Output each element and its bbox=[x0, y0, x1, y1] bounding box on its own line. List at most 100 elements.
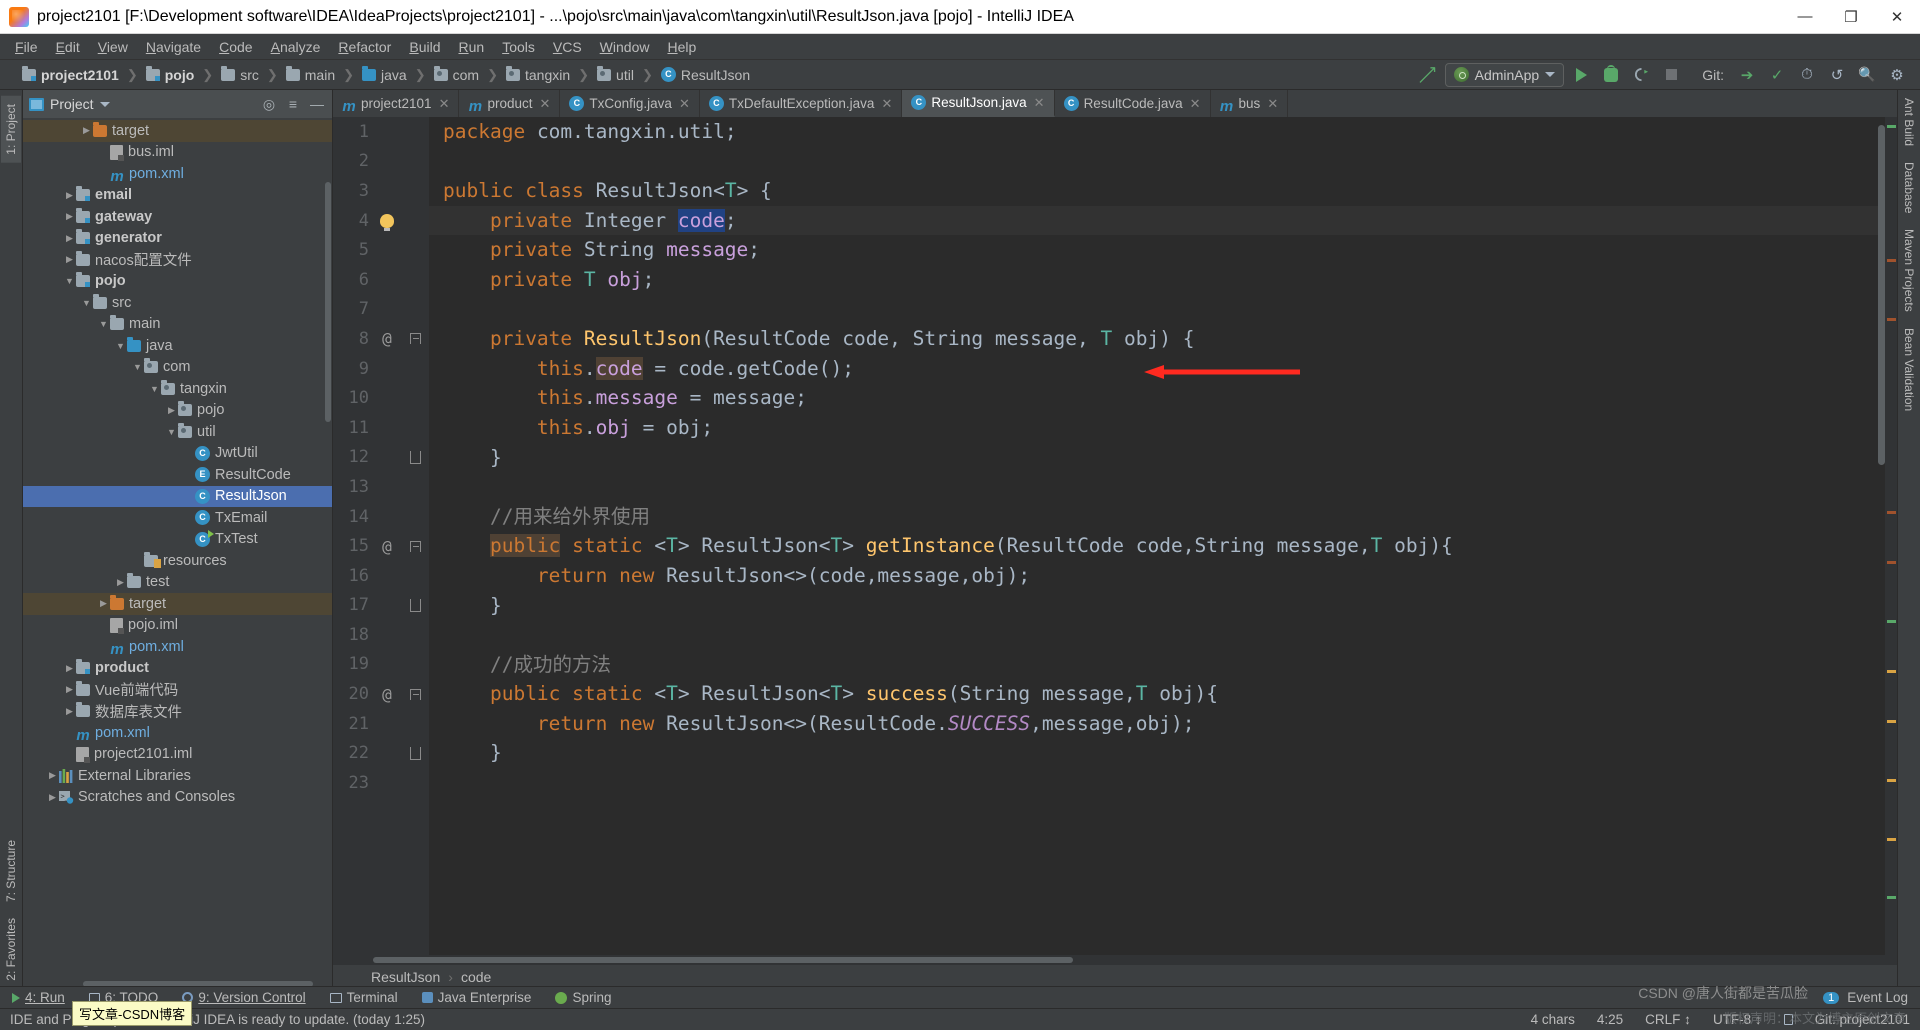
error-stripe-mark[interactable] bbox=[1887, 670, 1896, 674]
chevron-right-icon[interactable]: ▶ bbox=[63, 706, 76, 717]
tree-item-src[interactable]: ▼ src bbox=[23, 292, 332, 314]
gutter-line[interactable]: 14 bbox=[333, 502, 429, 532]
menu-item-window[interactable]: Window bbox=[591, 36, 659, 58]
gutter-line[interactable]: 20 @ bbox=[333, 679, 429, 709]
tree-item-scratchesandconsoles[interactable]: ▶ >_ Scratches and Consoles bbox=[23, 787, 332, 809]
code-line[interactable]: this.message = message; bbox=[443, 383, 1897, 413]
code-fold-icon[interactable] bbox=[405, 450, 425, 464]
code-line[interactable]: public static <T> ResultJson<T> getInsta… bbox=[443, 531, 1897, 561]
tree-item-resultcode[interactable]: E ResultCode bbox=[23, 464, 332, 486]
chevron-right-icon[interactable]: ▶ bbox=[80, 125, 93, 136]
intention-bulb-icon[interactable] bbox=[369, 213, 405, 231]
tree-item-nacos[interactable]: ▶ nacos配置文件 bbox=[23, 249, 332, 271]
close-icon[interactable]: ✕ bbox=[1267, 96, 1278, 112]
error-stripe-mark[interactable] bbox=[1887, 510, 1896, 514]
chevron-right-icon[interactable]: ▶ bbox=[63, 663, 76, 674]
menu-item-build[interactable]: Build bbox=[400, 36, 449, 58]
error-stripe-marks[interactable] bbox=[1885, 117, 1897, 955]
hide-panel-icon[interactable]: — bbox=[308, 95, 326, 113]
sidebar-item-bean-validation[interactable]: Bean Validation bbox=[1899, 320, 1919, 419]
code-line[interactable]: return new ResultJson<>(code,message,obj… bbox=[443, 561, 1897, 591]
tree-item-project2101.iml[interactable]: project2101.iml bbox=[23, 744, 332, 766]
chevron-down-icon[interactable]: ▼ bbox=[131, 362, 144, 372]
code-line[interactable] bbox=[443, 620, 1897, 650]
close-icon[interactable]: ✕ bbox=[679, 96, 690, 112]
minimize-button[interactable]: — bbox=[1782, 0, 1828, 34]
menu-item-tools[interactable]: Tools bbox=[493, 36, 544, 58]
tree-item-txtest[interactable]: C TxTest bbox=[23, 529, 332, 551]
code-line[interactable]: public static <T> ResultJson<T> success(… bbox=[443, 679, 1897, 709]
gutter-line[interactable]: 17 bbox=[333, 591, 429, 621]
code-fold-icon[interactable] bbox=[405, 746, 425, 760]
code-line[interactable] bbox=[443, 147, 1897, 177]
code-line[interactable]: public class ResultJson<T> { bbox=[443, 176, 1897, 206]
error-stripe-mark[interactable] bbox=[1887, 561, 1896, 565]
breadcrumb-item-resultjson[interactable]: C ResultJson bbox=[660, 67, 758, 83]
editor-tab-txdefaultexceptionjava[interactable]: C TxDefaultException.java ✕ bbox=[700, 90, 903, 117]
stop-button[interactable] bbox=[1658, 63, 1684, 87]
gutter-line[interactable]: 4 bbox=[333, 206, 429, 236]
code-line[interactable]: //成功的方法 bbox=[443, 650, 1897, 680]
editor-tab-bus[interactable]: m bus ✕ bbox=[1211, 90, 1289, 117]
tree-item-pojo.iml[interactable]: pojo.iml bbox=[23, 615, 332, 637]
chevron-right-icon[interactable]: ▶ bbox=[63, 211, 76, 222]
chevron-right-icon[interactable]: ▶ bbox=[46, 770, 59, 781]
tree-item-vue[interactable]: ▶ Vue前端代码 bbox=[23, 679, 332, 701]
gutter-line[interactable]: 7 bbox=[333, 295, 429, 325]
gutter-line[interactable]: 10 bbox=[333, 383, 429, 413]
code-editor[interactable]: 1 2 3 4 5 6 7 8 @9 10 11 12 13 14 15 @16 17 18 19 20 @21 22 23… bbox=[333, 117, 1897, 955]
tool-button-java-enterprise[interactable]: Java Enterprise bbox=[410, 990, 544, 1005]
code-fold-icon[interactable] bbox=[405, 688, 425, 700]
breadcrumb-item-pojo[interactable]: pojo ❯ bbox=[145, 65, 221, 83]
sidebar-item-ant-build[interactable]: Ant Build bbox=[1899, 90, 1919, 154]
code-line[interactable] bbox=[443, 768, 1897, 798]
scroll-from-source-icon[interactable]: ◎ bbox=[260, 95, 278, 113]
run-configuration-selector[interactable]: AdminApp bbox=[1444, 62, 1565, 87]
code-line[interactable]: private ResultJson(ResultCode code, Stri… bbox=[443, 324, 1897, 354]
code-line[interactable] bbox=[443, 472, 1897, 502]
git-history-icon[interactable]: ⏱ bbox=[1794, 63, 1820, 87]
code-line[interactable]: } bbox=[443, 738, 1897, 768]
code-fold-icon[interactable] bbox=[405, 598, 425, 612]
chevron-right-icon[interactable]: ▶ bbox=[63, 684, 76, 695]
close-icon[interactable]: ✕ bbox=[881, 96, 892, 112]
chevron-down-icon[interactable]: ▼ bbox=[97, 319, 110, 329]
code-line[interactable]: this.obj = obj; bbox=[443, 413, 1897, 443]
code-line[interactable]: private Integer code; bbox=[443, 206, 1897, 236]
editor-tab-txconfigjava[interactable]: C TxConfig.java ✕ bbox=[560, 90, 700, 117]
tree-item-pom.xml[interactable]: m pom.xml bbox=[23, 163, 332, 185]
tree-item-tangxin[interactable]: ▼ tangxin bbox=[23, 378, 332, 400]
chevron-down-icon[interactable]: ▼ bbox=[148, 384, 161, 394]
gutter-line[interactable]: 21 bbox=[333, 709, 429, 739]
tree-item-pojo[interactable]: ▶ pojo bbox=[23, 400, 332, 422]
code-fold-icon[interactable] bbox=[405, 540, 425, 552]
gutter-line[interactable]: 15 @ bbox=[333, 531, 429, 561]
chevron-down-icon[interactable]: ▼ bbox=[80, 298, 93, 308]
chevron-down-icon[interactable]: ▼ bbox=[114, 341, 127, 351]
build-hammer-icon[interactable]: ⟶ bbox=[1414, 61, 1442, 89]
chevron-right-icon[interactable]: ▶ bbox=[63, 254, 76, 265]
tool-button-spring[interactable]: Spring bbox=[543, 990, 623, 1005]
project-tree[interactable]: ▶ target bus.iml m pom.xml ▶ email ▶ gateway ▶ gen… bbox=[23, 118, 332, 989]
chevron-down-icon[interactable]: ▼ bbox=[165, 427, 178, 437]
annotation-marker-icon[interactable]: @ bbox=[369, 329, 405, 348]
sidebar-item-favorites[interactable]: 2: Favorites bbox=[1, 910, 21, 989]
chevron-right-icon[interactable]: ▶ bbox=[46, 792, 59, 803]
tree-item-email[interactable]: ▶ email bbox=[23, 185, 332, 207]
code-line[interactable]: private String message; bbox=[443, 235, 1897, 265]
code-fold-icon[interactable] bbox=[405, 333, 425, 345]
error-stripe-mark[interactable] bbox=[1887, 779, 1896, 783]
maximize-button[interactable]: ❐ bbox=[1828, 0, 1874, 34]
breadcrumb-item-java[interactable]: java ❯ bbox=[362, 65, 434, 83]
menu-item-help[interactable]: Help bbox=[658, 36, 705, 58]
gutter-line[interactable]: 11 bbox=[333, 413, 429, 443]
collapse-all-icon[interactable]: ≡ bbox=[284, 95, 302, 113]
close-icon[interactable]: ✕ bbox=[1034, 95, 1045, 111]
close-icon[interactable]: ✕ bbox=[439, 96, 450, 112]
code-line[interactable]: package com.tangxin.util; bbox=[443, 117, 1897, 147]
gutter-line[interactable]: 5 bbox=[333, 235, 429, 265]
menu-item-navigate[interactable]: Navigate bbox=[137, 36, 210, 58]
editor-vertical-scrollbar[interactable] bbox=[1878, 125, 1885, 465]
breadcrumb-item-src[interactable]: src ❯ bbox=[221, 65, 286, 83]
annotation-marker-icon[interactable]: @ bbox=[369, 537, 405, 556]
